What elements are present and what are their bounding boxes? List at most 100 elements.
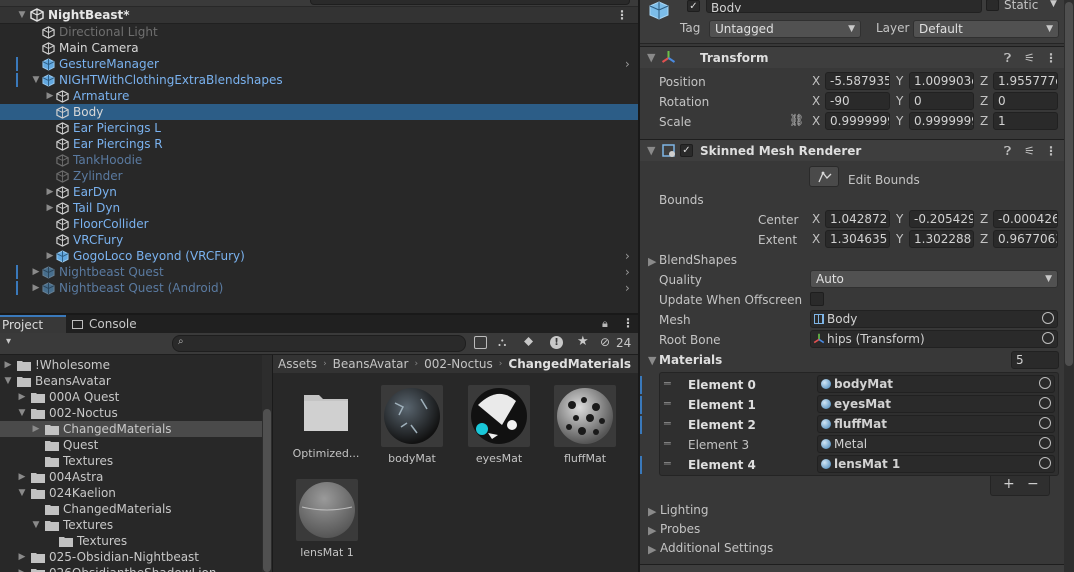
object-picker-icon[interactable]: [1039, 397, 1051, 409]
inspector-scrollbar-thumb[interactable]: [1065, 2, 1073, 366]
material-object-field[interactable]: fluffMat: [817, 415, 1055, 433]
hierarchy-item[interactable]: TankHoodie: [0, 152, 638, 168]
extent-z-axis-label[interactable]: Z: [980, 232, 988, 246]
expand-arrow-icon[interactable]: ▶: [16, 392, 28, 402]
asset-folder-optimized[interactable]: Optimized...: [291, 387, 361, 467]
center-x-input[interactable]: 1.042872: [825, 210, 890, 228]
expand-arrow-icon[interactable]: ▶: [2, 360, 14, 370]
object-picker-icon[interactable]: [1042, 332, 1054, 344]
extent-z-input[interactable]: 0.9677063: [993, 230, 1058, 248]
hidden-eye-icon[interactable]: ⊘: [600, 335, 610, 349]
center-y-axis-label[interactable]: Y: [896, 212, 903, 226]
layer-dropdown[interactable]: Default ▼: [913, 20, 1059, 38]
rotation-y-input[interactable]: 0: [909, 92, 974, 110]
create-dropdown-arrow[interactable]: ▾: [6, 336, 11, 347]
object-picker-icon[interactable]: [1039, 377, 1051, 389]
quality-dropdown[interactable]: Auto ▼: [810, 270, 1058, 288]
breadcrumb-beansavatar[interactable]: BeansAvatar: [333, 357, 409, 371]
remove-element-button[interactable]: −: [1027, 476, 1039, 492]
breadcrumb-noctus[interactable]: 002-Noctus: [424, 357, 493, 371]
expand-arrow-icon[interactable]: ▶: [44, 187, 56, 197]
rotation-y-axis-label[interactable]: Y: [896, 94, 903, 108]
static-dropdown-arrow[interactable]: ▼: [1050, 0, 1057, 9]
rotation-x-input[interactable]: -90: [825, 92, 890, 110]
folder-tree-item[interactable]: ▶ !Wholesome: [0, 357, 262, 373]
rotation-z-input[interactable]: 0: [993, 92, 1058, 110]
tree-scrollbar[interactable]: [262, 355, 272, 572]
search-type-icon[interactable]: [474, 336, 487, 349]
filter-type-icon[interactable]: ⛬: [498, 335, 506, 350]
object-picker-icon[interactable]: [1042, 312, 1054, 324]
expand-arrow-icon[interactable]: ▶: [30, 424, 42, 434]
breadcrumb-assets[interactable]: Assets: [278, 357, 317, 371]
hierarchy-item[interactable]: Body: [0, 104, 638, 120]
hierarchy-item[interactable]: VRCFury: [0, 232, 638, 248]
smr-header[interactable]: ▼ ✓ Skinned Mesh Renderer ❓︎ ⚟ ⋮: [640, 139, 1064, 161]
material-object-field[interactable]: bodyMat: [817, 375, 1055, 393]
active-checkbox[interactable]: ✓: [687, 0, 700, 12]
object-picker-icon[interactable]: [1039, 437, 1051, 449]
chevron-right-icon[interactable]: ›: [625, 265, 630, 279]
position-x-axis-label[interactable]: X: [812, 74, 820, 88]
scale-z-axis-label[interactable]: Z: [980, 114, 988, 128]
position-x-input[interactable]: -5.587935: [825, 72, 890, 90]
object-name-input[interactable]: Body: [706, 0, 982, 13]
center-z-input[interactable]: -0.000426: [993, 210, 1058, 228]
drag-handle-icon[interactable]: ═: [664, 437, 671, 450]
lighting-label[interactable]: Lighting: [660, 503, 709, 517]
folder-tree-item[interactable]: ▶ 025-Obsidian-Nightbeast: [0, 549, 262, 565]
tab-project[interactable]: Project: [0, 315, 66, 333]
materials-count-input[interactable]: 5: [1011, 351, 1059, 369]
material-object-field[interactable]: lensMat 1: [817, 455, 1055, 473]
expand-arrow-icon[interactable]: ▼: [30, 75, 42, 85]
mesh-object-field[interactable]: Body: [810, 310, 1058, 328]
expand-arrow-icon[interactable]: ▶: [16, 472, 28, 482]
hierarchy-item[interactable]: ▶ Armature: [0, 88, 638, 104]
probes-label[interactable]: Probes: [660, 522, 700, 536]
folder-tree-item[interactable]: ▶ 004Astra: [0, 469, 262, 485]
position-z-axis-label[interactable]: Z: [980, 74, 988, 88]
hierarchy-item[interactable]: ▶ GogoLoco Beyond (VRCFury) ›: [0, 248, 638, 264]
expand-arrow-icon[interactable]: ▶: [30, 283, 42, 293]
materials-header[interactable]: ▼ Materials 5: [644, 350, 1064, 370]
hierarchy-item[interactable]: Ear Piercings R: [0, 136, 638, 152]
folder-tree-item[interactable]: ▶ 026ObsidiantheShadowLion: [0, 565, 262, 572]
folder-tree-item[interactable]: ▼ BeansAvatar: [0, 373, 262, 389]
hierarchy-item[interactable]: Ear Piercings L: [0, 120, 638, 136]
scene-menu-icon[interactable]: ⋮: [616, 8, 628, 22]
expand-arrow-icon[interactable]: ▶: [44, 203, 56, 213]
folder-tree-item[interactable]: ▶ 000A Quest: [0, 389, 262, 405]
expand-arrow-icon[interactable]: ▼: [30, 520, 42, 530]
edit-bounds-button[interactable]: [809, 166, 839, 187]
folder-tree-item[interactable]: ▼ 024Kaelion: [0, 485, 262, 501]
hierarchy-item[interactable]: ▶ Tail Dyn: [0, 200, 638, 216]
probes-fold-arrow[interactable]: ▶: [648, 524, 656, 537]
center-y-input[interactable]: -0.205429: [909, 210, 974, 228]
center-x-axis-label[interactable]: X: [812, 212, 820, 226]
expand-arrow-icon[interactable]: ▼: [2, 376, 14, 386]
scene-expand-arrow[interactable]: ▼: [16, 10, 28, 20]
smr-enabled-checkbox[interactable]: ✓: [680, 144, 693, 157]
tree-scrollbar-thumb[interactable]: [263, 409, 271, 572]
hierarchy-item[interactable]: GestureManager ›: [0, 56, 638, 72]
materials-fold-arrow[interactable]: ▼: [648, 354, 656, 367]
scale-x-input[interactable]: 0.9999999: [825, 112, 890, 130]
scale-z-input[interactable]: 1: [993, 112, 1058, 130]
extent-y-axis-label[interactable]: Y: [896, 232, 903, 246]
inspector-scrollbar[interactable]: [1064, 0, 1074, 572]
object-picker-icon[interactable]: [1039, 457, 1051, 469]
material-object-field[interactable]: Metal: [817, 435, 1055, 453]
project-menu-icon[interactable]: ⋮: [622, 316, 634, 330]
help-icon[interactable]: ❓︎: [1004, 51, 1011, 66]
hierarchy-item[interactable]: ▶ EarDyn: [0, 184, 638, 200]
object-picker-icon[interactable]: [1039, 417, 1051, 429]
asset-bodymat[interactable]: bodyMat: [376, 385, 446, 467]
transform-header[interactable]: ▼ Transform ❓︎ ⚟ ⋮: [640, 46, 1064, 68]
blendshapes-fold-arrow[interactable]: ▶: [648, 255, 656, 268]
filter-label-icon[interactable]: ⬥: [524, 334, 533, 349]
drag-handle-icon[interactable]: ═: [664, 417, 671, 430]
scale-x-axis-label[interactable]: X: [812, 114, 820, 128]
offscreen-checkbox[interactable]: [810, 292, 824, 306]
smr-fold-arrow[interactable]: ▼: [647, 144, 655, 157]
additional-fold-arrow[interactable]: ▶: [648, 543, 656, 556]
